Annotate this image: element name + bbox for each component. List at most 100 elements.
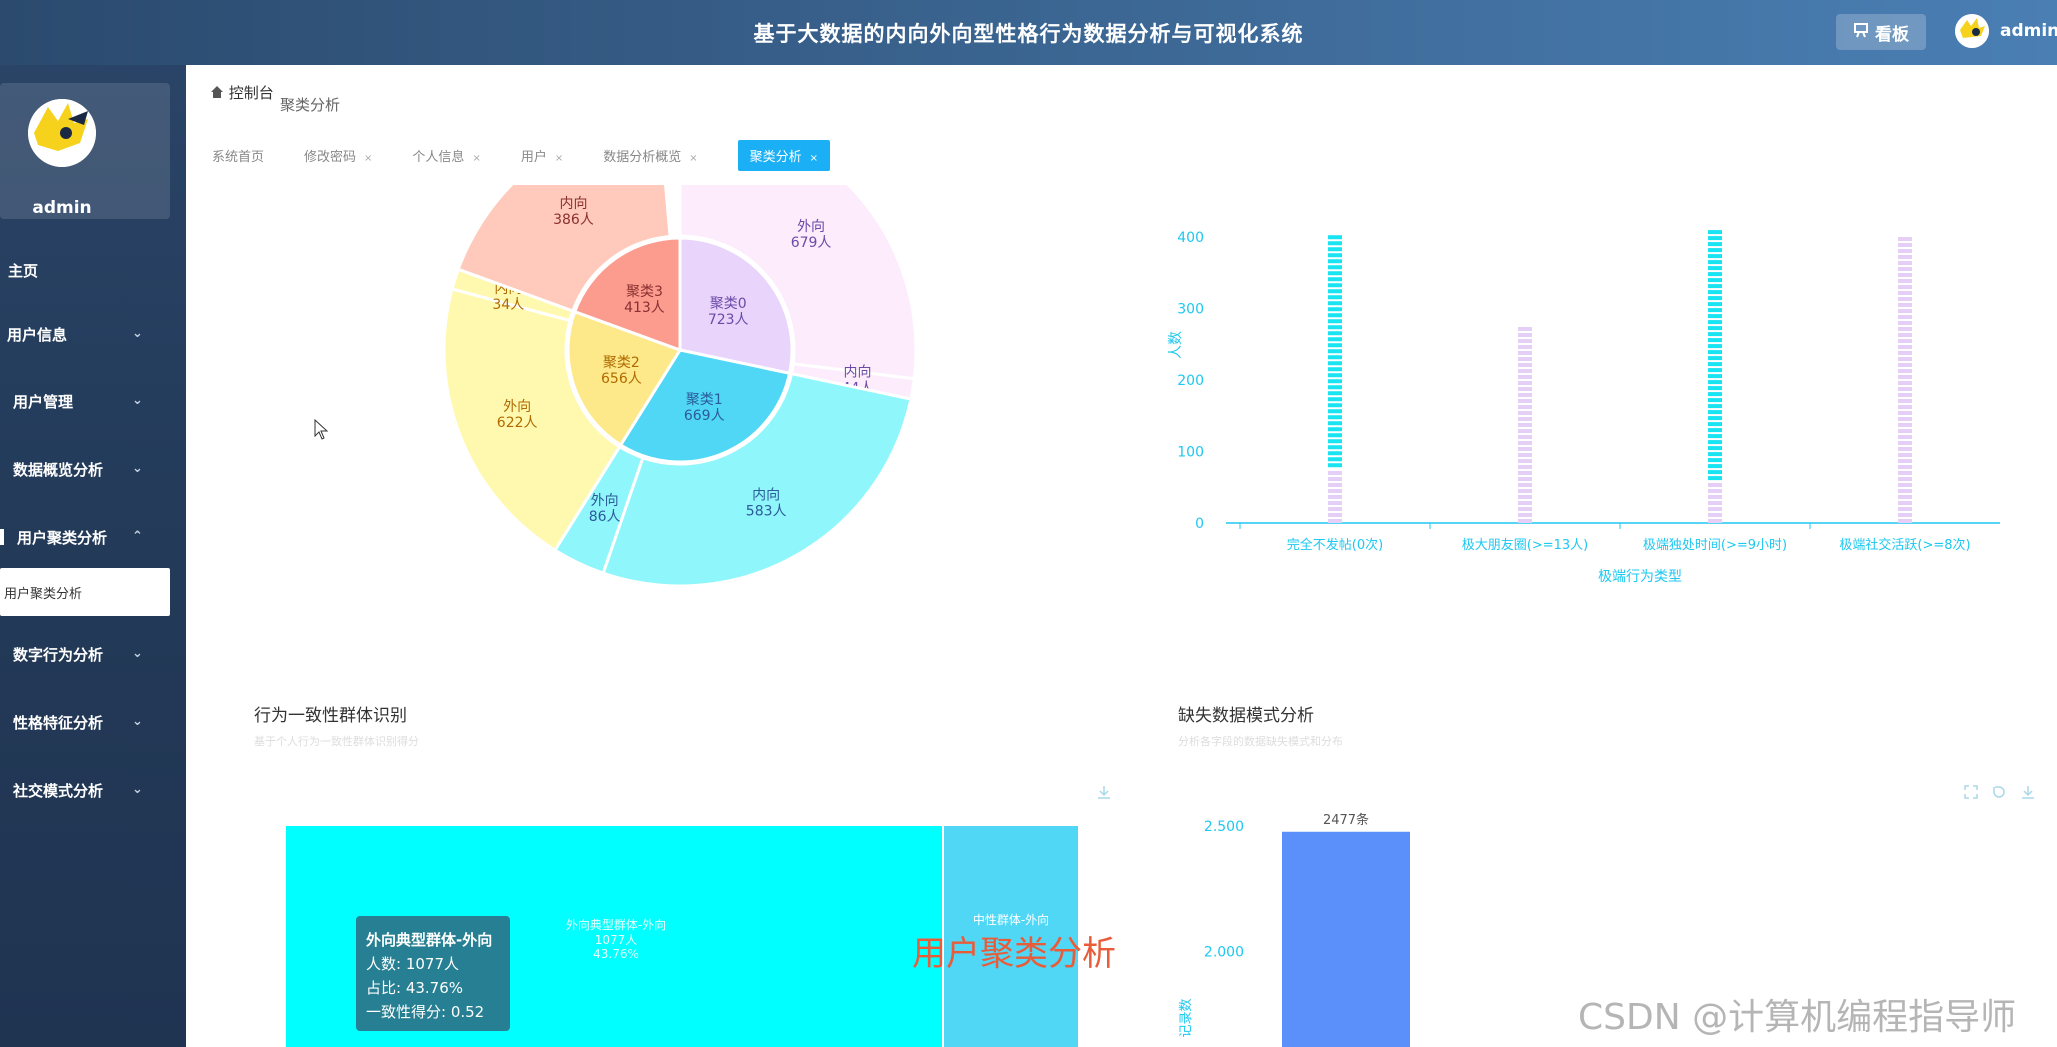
tab-bar: 系统首页 修改密码 × 个人信息 × 用户 × 数据分析概览 × 聚类分析 × — [212, 139, 870, 171]
bar-segment — [1898, 429, 1912, 433]
bar-segment — [1898, 459, 1912, 463]
bar-segment — [1898, 321, 1912, 325]
sidebar-item-home[interactable]: 主页 — [0, 250, 186, 290]
tooltip-count: 人数: 1077人 — [366, 955, 459, 973]
tab-profile[interactable]: 个人信息 × — [412, 146, 480, 165]
board-button[interactable]: 看板 — [1836, 14, 1926, 50]
tab-data-overview[interactable]: 数据分析概览 × — [603, 146, 697, 165]
download-icon[interactable] — [1096, 784, 1112, 800]
sidebar-item-user-manage[interactable]: 用户管理 ⌄ — [0, 381, 186, 421]
bar-segment — [1708, 434, 1722, 439]
bar-segment — [1898, 303, 1912, 307]
bar-segment — [1898, 327, 1912, 331]
bar-segment — [1708, 470, 1722, 475]
breadcrumb-home[interactable]: 控制台 — [229, 84, 274, 102]
header-avatar[interactable] — [1955, 14, 1989, 48]
bar-segment — [1708, 495, 1722, 499]
bar — [1708, 230, 1722, 481]
bar-segment — [1518, 417, 1532, 421]
bar-segment — [1328, 519, 1342, 523]
tab-home[interactable]: 系统首页 — [212, 146, 264, 165]
close-icon[interactable]: × — [555, 153, 563, 164]
sidebar-item-label: 用户聚类分析 — [17, 528, 108, 547]
bar-segment — [1898, 261, 1912, 265]
sidebar-item-social[interactable]: 社交模式分析 ⌄ — [0, 770, 186, 810]
bar-segment — [1328, 313, 1342, 318]
bar-segment — [1518, 435, 1532, 439]
bar-segment — [1518, 339, 1532, 343]
consistency-panel-subtitle: 基于个人行为一致性群体识别得分 — [254, 735, 419, 748]
bar-segment — [1708, 519, 1722, 523]
bar-segment — [1518, 363, 1532, 367]
bar-segment — [1708, 404, 1722, 409]
download-icon[interactable] — [2020, 784, 2036, 800]
bar-segment — [1708, 308, 1722, 313]
bar-segment — [1518, 441, 1532, 445]
sidebar-item-digital-behavior[interactable]: 数字行为分析 ⌄ — [0, 634, 186, 674]
bar-segment — [1898, 417, 1912, 421]
bar-segment — [1898, 285, 1912, 289]
bar-segment — [1708, 410, 1722, 415]
bar-segment — [1328, 439, 1342, 444]
bar-segment — [1518, 369, 1532, 373]
bar-segment — [1328, 367, 1342, 372]
bar-segment — [1518, 465, 1532, 469]
sidebar-item-personality[interactable]: 性格特征分析 ⌄ — [0, 702, 186, 742]
sidebar-item-label: 用户聚类分析 — [4, 586, 83, 602]
close-icon[interactable]: × — [472, 153, 480, 164]
close-icon[interactable]: × — [810, 153, 818, 164]
bar-segment — [1898, 297, 1912, 301]
sidebar-item-cluster[interactable]: 用户聚类分析 ⌃ — [0, 517, 186, 557]
close-icon[interactable]: × — [689, 153, 697, 164]
profile-card: admin — [0, 83, 170, 219]
tab-label: 个人信息 — [412, 149, 465, 165]
bar-segment — [1708, 314, 1722, 319]
tab-user[interactable]: 用户 × — [521, 146, 563, 165]
bar-segment — [1328, 241, 1342, 246]
bar-segment — [1518, 459, 1532, 463]
bar-segment — [1328, 355, 1342, 360]
profile-avatar — [28, 99, 96, 167]
breadcrumb-current: 聚类分析 — [280, 96, 341, 114]
bar-segment — [1708, 326, 1722, 331]
treemap-cell-name: 外向典型群体-外向 — [566, 917, 666, 932]
bar-segment — [1898, 387, 1912, 391]
tab-label: 数据分析概览 — [603, 149, 682, 165]
treemap-cell-count: 1077人 — [595, 933, 638, 947]
sidebar-subitem-cluster-analysis[interactable]: 用户聚类分析 — [0, 568, 170, 616]
bar-segment — [1518, 513, 1532, 517]
bar — [1518, 327, 1532, 523]
bar-segment — [1328, 343, 1342, 348]
bar-segment — [1898, 501, 1912, 505]
sunburst-outer-value: 622人 — [497, 415, 538, 431]
treemap-cell-share: 43.76% — [593, 947, 639, 961]
zoom-icon[interactable] — [1963, 784, 1979, 800]
bar-segment — [1328, 397, 1342, 402]
tab-cluster-analysis[interactable]: 聚类分析 × — [737, 139, 831, 171]
bar-segment — [1898, 381, 1912, 385]
home-icon[interactable] — [210, 85, 224, 99]
bar-segment — [1708, 446, 1722, 451]
tooltip-title: 外向典型群体-外向 — [366, 931, 493, 949]
bar-segment — [1328, 247, 1342, 252]
bar-segment — [1328, 307, 1342, 312]
data-label: 2477条 — [1323, 812, 1369, 828]
bar-segment — [1708, 242, 1722, 247]
consistency-panel-title: 行为一致性群体识别 — [254, 706, 407, 726]
bar-segment — [1708, 272, 1722, 277]
bar-segment — [1328, 283, 1342, 288]
sunburst-inner-name: 聚类0 — [710, 296, 747, 312]
bar-segment — [1328, 483, 1342, 487]
sunburst-outer-name: 内向 — [844, 365, 872, 381]
bar-segment — [1708, 507, 1722, 511]
restore-icon[interactable] — [1991, 784, 2007, 800]
sidebar-item-label: 主页 — [8, 261, 39, 280]
bar-segment — [1708, 278, 1722, 283]
close-icon[interactable]: × — [364, 153, 372, 164]
sidebar-item-user-info[interactable]: 用户信息 ⌄ — [0, 314, 186, 354]
tab-change-password[interactable]: 修改密码 × — [304, 146, 372, 165]
sidebar-item-data-overview[interactable]: 数据概览分析 ⌄ — [0, 449, 186, 489]
bar-segment — [1518, 447, 1532, 451]
treemap-tooltip: 外向典型群体-外向 人数: 1077人 占比: 43.76% 一致性得分: 0.… — [356, 916, 510, 1031]
header-username[interactable]: admin — [2000, 21, 2057, 41]
